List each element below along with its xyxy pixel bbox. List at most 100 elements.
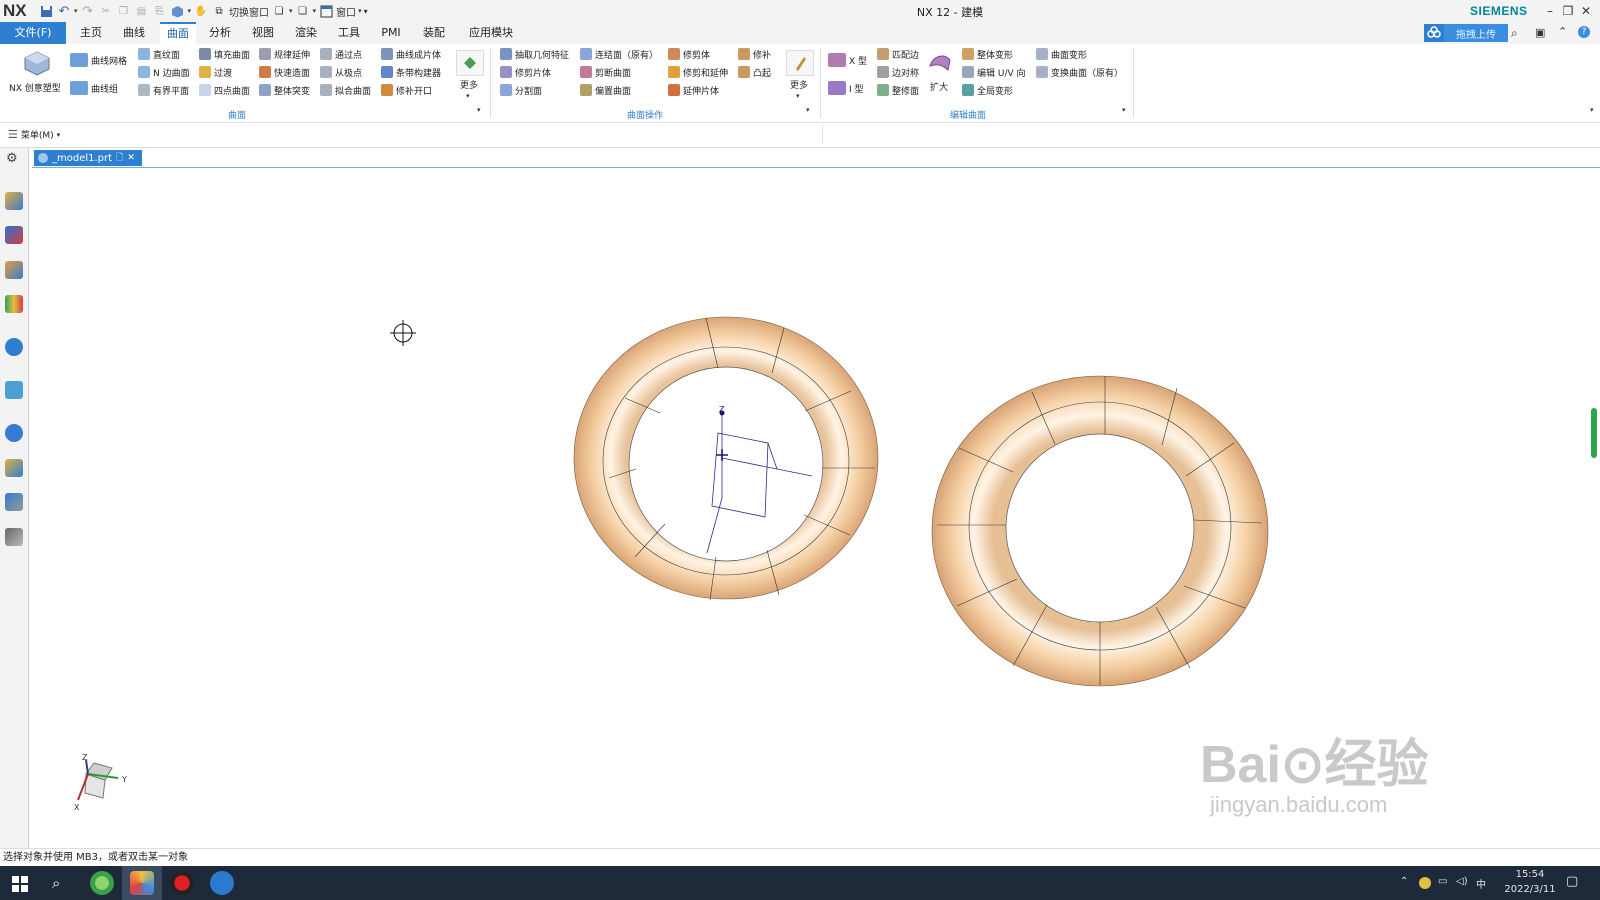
four-point-surface-button[interactable]: 四点曲面 xyxy=(199,82,250,98)
windows-start-icon[interactable] xyxy=(12,876,28,895)
fill-surface-button[interactable]: 填充曲面 xyxy=(199,46,250,62)
surface-ops-more-button[interactable]: 更多 xyxy=(788,78,810,91)
clock-time[interactable]: 15:54 xyxy=(1508,869,1552,880)
surface-more-icon[interactable] xyxy=(456,50,484,76)
close-document-icon[interactable]: ✕ xyxy=(127,153,135,163)
tab-application[interactable]: 应用模块 xyxy=(462,22,520,44)
patch-openings-button[interactable]: 修补开口 xyxy=(381,82,432,98)
tray-app-icon[interactable] xyxy=(1419,877,1431,889)
process-studio-icon[interactable] xyxy=(5,459,23,477)
global-shaping-edit-button[interactable]: 全局变形 xyxy=(962,82,1013,98)
tab-assembly[interactable]: 装配 xyxy=(418,22,450,44)
emboss-button[interactable]: 凸起 xyxy=(738,64,771,80)
refit-face-button[interactable]: 整修面 xyxy=(877,82,919,98)
part-navigator-icon[interactable] xyxy=(5,261,23,279)
enlarge-button[interactable]: 扩大 xyxy=(930,78,948,94)
i-form-button[interactable]: I 型 xyxy=(828,80,864,96)
from-poles-button[interactable]: 从极点 xyxy=(320,64,362,80)
notification-icon[interactable]: ▢ xyxy=(1566,874,1578,889)
view-triad[interactable]: Z Y X xyxy=(74,753,127,812)
tab-analysis[interactable]: 分析 xyxy=(204,22,236,44)
close-icon[interactable]: ✕ xyxy=(1577,2,1595,20)
nx-taskbar-icon[interactable] xyxy=(130,871,154,895)
tab-home[interactable]: 主页 xyxy=(75,22,107,44)
history-icon[interactable] xyxy=(5,424,23,442)
web-browser-icon[interactable] xyxy=(5,381,23,399)
cloud-icon[interactable] xyxy=(1424,24,1444,42)
assembly-navigator-icon[interactable] xyxy=(5,192,23,210)
through-curves-button[interactable]: 曲线组 xyxy=(70,80,118,96)
surface-group-expand-icon[interactable]: ▾ xyxy=(477,106,481,114)
n-sided-surface-button[interactable]: N 边曲面 xyxy=(138,64,190,80)
tab-tools[interactable]: 工具 xyxy=(333,22,365,44)
enlarge-icon[interactable] xyxy=(928,50,952,72)
sheet-from-curves-button[interactable]: 曲线成片体 xyxy=(381,46,441,62)
extend-sheet-button[interactable]: 延伸片体 xyxy=(668,82,719,98)
tab-pmi[interactable]: PMI xyxy=(375,22,407,44)
feishu-taskbar-icon[interactable] xyxy=(210,871,234,895)
tab-view[interactable]: 视图 xyxy=(247,22,279,44)
bounded-plane-button[interactable]: 有界平面 xyxy=(138,82,189,98)
ribbon-options-icon[interactable]: ▣ xyxy=(1535,26,1545,39)
edit-uv-button[interactable]: 编辑 U/V 向 xyxy=(962,64,1026,80)
law-extension-button[interactable]: 规律延伸 xyxy=(259,46,310,62)
file-tab[interactable]: 文件(F) xyxy=(0,22,66,44)
restore-icon[interactable]: ❐ xyxy=(1559,2,1577,20)
graphics-window[interactable]: Z Z Y X Bai⊙经验 jingyan.baidu.com xyxy=(32,167,1600,849)
extract-geometry-button[interactable]: 抽取几何特征 xyxy=(500,46,569,62)
surface-more-dropdown-icon[interactable]: ▾ xyxy=(466,92,470,100)
trim-extend-button[interactable]: 修剪和延伸 xyxy=(668,64,728,80)
collapse-ribbon-icon[interactable]: ⌃ xyxy=(1558,25,1567,38)
ime-indicator[interactable]: 中 xyxy=(1476,876,1486,891)
fit-surface-button[interactable]: 拟合曲面 xyxy=(320,82,371,98)
taskbar-search-icon[interactable]: ⌕ xyxy=(52,874,60,892)
surface-ops-group-expand-icon[interactable]: ▾ xyxy=(806,106,810,114)
cut-surface-button[interactable]: 剪断曲面 xyxy=(580,64,631,80)
role-icon[interactable] xyxy=(5,528,23,546)
nx-realize-shape-button[interactable]: NX 创意塑型 xyxy=(9,79,61,95)
match-edge-button[interactable]: 匹配边 xyxy=(877,46,919,62)
resource-bar-settings-icon[interactable]: ⚙ xyxy=(6,151,18,166)
tab-surface[interactable]: 曲面 xyxy=(160,22,196,44)
upload-button[interactable]: 拖拽上传 xyxy=(1444,24,1508,42)
edit-surface-group-expand-icon[interactable]: ▾ xyxy=(1122,106,1126,114)
divide-face-button[interactable]: 分割面 xyxy=(500,82,542,98)
edge-symmetry-button[interactable]: 边对称 xyxy=(877,64,919,80)
transition-button[interactable]: 过渡 xyxy=(199,64,232,80)
patch-button[interactable]: 修补 xyxy=(738,46,771,62)
tab-curve[interactable]: 曲线 xyxy=(118,22,150,44)
ribbon-builder-button[interactable]: 条带构建器 xyxy=(381,64,441,80)
constraint-navigator-icon[interactable] xyxy=(5,226,23,244)
torus-body-right[interactable] xyxy=(931,375,1269,687)
global-shaping-button[interactable]: 整体突变 xyxy=(259,82,310,98)
tab-render[interactable]: 渲染 xyxy=(290,22,322,44)
rapid-surfacing-button[interactable]: 快速造面 xyxy=(259,64,310,80)
nx-realize-shape-icon[interactable] xyxy=(22,50,52,76)
global-deform-button[interactable]: 整体变形 xyxy=(962,46,1013,62)
viewport-scroll-handle[interactable] xyxy=(1591,408,1597,458)
trim-body-button[interactable]: 修剪体 xyxy=(668,46,710,62)
surface-ops-more-dropdown-icon[interactable]: ▾ xyxy=(796,92,800,100)
join-face-button[interactable]: 连结面（原有） xyxy=(580,46,658,62)
offset-surface-button[interactable]: 偏置曲面 xyxy=(580,82,631,98)
minimize-icon[interactable]: – xyxy=(1541,2,1559,20)
x-form-button[interactable]: X 型 xyxy=(828,52,867,68)
network-icon[interactable]: ▭ xyxy=(1438,876,1447,887)
document-tab[interactable]: _model1.prt 🗋 ✕ xyxy=(34,150,142,166)
ruled-button[interactable]: 直纹面 xyxy=(138,46,180,62)
search-command-icon[interactable]: ⌕ xyxy=(1511,26,1518,41)
ribbon-options-dropdown-icon[interactable]: ▾ xyxy=(1590,106,1594,114)
deform-surface-button[interactable]: 曲面变形 xyxy=(1036,46,1087,62)
browser-taskbar-icon[interactable] xyxy=(90,871,114,895)
through-curve-mesh-button[interactable]: 曲线网格 xyxy=(70,52,127,68)
tray-expand-icon[interactable]: ⌃ xyxy=(1400,876,1408,887)
through-points-button[interactable]: 通过点 xyxy=(320,46,362,62)
surface-more-button[interactable]: 更多 xyxy=(458,78,480,91)
reuse-library-icon[interactable] xyxy=(5,295,23,313)
volume-icon[interactable]: ◁) xyxy=(1456,876,1468,887)
trim-sheet-button[interactable]: 修剪片体 xyxy=(500,64,551,80)
transform-surface-button[interactable]: 变换曲面（原有） xyxy=(1036,64,1123,80)
hd3d-tools-icon[interactable] xyxy=(5,338,23,356)
clock-date[interactable]: 2022/3/11 xyxy=(1500,884,1560,895)
manufacturing-wizard-icon[interactable] xyxy=(5,493,23,511)
